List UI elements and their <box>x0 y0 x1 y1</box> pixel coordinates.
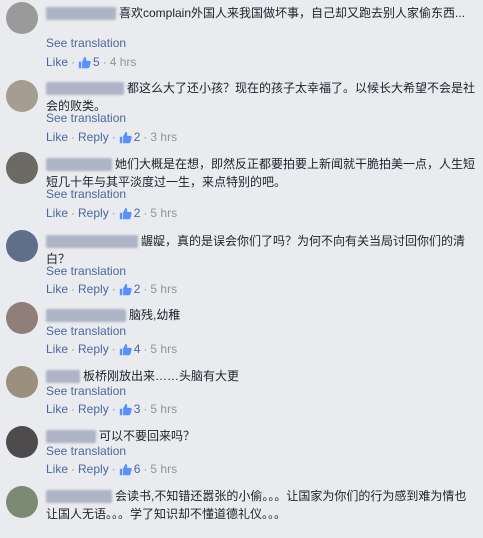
reply-link[interactable]: Reply <box>78 402 109 416</box>
comment-text: 板桥刚放出来……头脑有大更 <box>83 369 240 383</box>
commenter-name-redacted[interactable] <box>46 490 112 504</box>
thumbs-up-icon <box>119 283 132 295</box>
separator-dot: · <box>111 462 116 476</box>
comment-actions: Like · Reply · 4 · 5 hrs <box>46 342 177 356</box>
like-link[interactable]: Like <box>46 402 68 416</box>
thumbs-up-icon <box>78 56 91 68</box>
like-count[interactable]: 5 <box>93 55 100 69</box>
like-link[interactable]: Like <box>46 206 68 220</box>
see-translation-link[interactable]: See translation <box>46 324 126 338</box>
commenter-name-redacted[interactable] <box>46 7 116 21</box>
see-translation-link[interactable]: See translation <box>46 111 126 125</box>
comment-text: 脑残,幼稚 <box>129 308 181 322</box>
reply-link[interactable]: Reply <box>78 462 109 476</box>
thumbs-up-icon <box>119 403 132 415</box>
thumbs-up-icon <box>119 463 132 475</box>
separator-dot: · <box>143 282 148 296</box>
timestamp[interactable]: 4 hrs <box>110 55 137 69</box>
commenter-name-redacted[interactable] <box>46 370 80 384</box>
comment-item: 会读书,不知错还嚣张的小偷。。。让国家为你们的行为感到难为情也让国人无语。。。学… <box>0 482 483 538</box>
like-link[interactable]: Like <box>46 462 68 476</box>
reply-link[interactable]: Reply <box>78 130 109 144</box>
comment-item: 她们大概是在想，即然反正都要拍要上新闻就干脆拍美一点，人生短短几十年与其平淡度过… <box>0 150 483 226</box>
like-link[interactable]: Like <box>46 130 68 144</box>
separator-dot: · <box>143 130 148 144</box>
reply-link[interactable]: Reply <box>78 342 109 356</box>
see-translation-link[interactable]: See translation <box>46 264 126 278</box>
like-count[interactable]: 3 <box>134 402 141 416</box>
commenter-name-redacted[interactable] <box>46 309 126 323</box>
comment-actions: Like · Reply · 6 · 5 hrs <box>46 462 177 476</box>
avatar[interactable] <box>6 2 38 34</box>
comment-item: 龌龊，真的是误会你们了吗？为何不向有关当局讨回你们的清白？ See transl… <box>0 226 483 302</box>
separator-dot: · <box>111 402 116 416</box>
like-link[interactable]: Like <box>46 55 68 69</box>
comment-text: 喜欢complain外国人来我国做坏事，自己却又跑去别人家偷东西... <box>119 6 466 20</box>
comment-text: 可以不要回来吗？ <box>99 429 196 443</box>
comment-actions: Like · Reply · 2 · 5 hrs <box>46 206 177 220</box>
comment-actions: Like · 5 · 4 hrs <box>46 55 136 69</box>
like-link[interactable]: Like <box>46 282 68 296</box>
comment-actions: Like · Reply · 2 · 5 hrs <box>46 282 177 296</box>
separator-dot: · <box>71 206 76 220</box>
separator-dot: · <box>71 342 76 356</box>
like-count[interactable]: 2 <box>134 130 141 144</box>
timestamp[interactable]: 5 hrs <box>150 462 177 476</box>
avatar[interactable] <box>6 302 38 334</box>
like-count[interactable]: 2 <box>134 282 141 296</box>
separator-dot: · <box>71 402 76 416</box>
see-translation-link[interactable]: See translation <box>46 36 126 50</box>
commenter-name-redacted[interactable] <box>46 430 96 444</box>
separator-dot: · <box>111 130 116 144</box>
separator-dot: · <box>143 462 148 476</box>
separator-dot: · <box>71 130 76 144</box>
like-count[interactable]: 6 <box>134 462 141 476</box>
timestamp[interactable]: 5 hrs <box>150 282 177 296</box>
separator-dot: · <box>111 282 116 296</box>
thumbs-up-icon <box>119 131 132 143</box>
separator-dot: · <box>111 342 116 356</box>
comment-item: 可以不要回来吗？ See translation Like · Reply · … <box>0 422 483 482</box>
avatar[interactable] <box>6 80 38 112</box>
reply-link[interactable]: Reply <box>78 282 109 296</box>
comment-item: 脑残,幼稚 See translation Like · Reply · 4 ·… <box>0 302 483 362</box>
commenter-name-redacted[interactable] <box>46 82 124 96</box>
comment-item: 喜欢complain外国人来我国做坏事，自己却又跑去别人家偷东西... See … <box>0 0 483 75</box>
timestamp[interactable]: 3 hrs <box>150 130 177 144</box>
avatar[interactable] <box>6 426 38 458</box>
like-count[interactable]: 2 <box>134 206 141 220</box>
thumbs-up-icon <box>119 207 132 219</box>
commenter-name-redacted[interactable] <box>46 235 138 249</box>
like-link[interactable]: Like <box>46 342 68 356</box>
timestamp[interactable]: 5 hrs <box>150 342 177 356</box>
see-translation-link[interactable]: See translation <box>46 187 126 201</box>
like-count[interactable]: 4 <box>134 342 141 356</box>
comment-item: 都这么大了还小孩？现在的孩子太幸福了。以候长大希望不会是社会的败类。 See t… <box>0 75 483 150</box>
separator-dot: · <box>71 462 76 476</box>
separator-dot: · <box>143 402 148 416</box>
separator-dot: · <box>111 206 116 220</box>
timestamp[interactable]: 5 hrs <box>150 206 177 220</box>
commenter-name-redacted[interactable] <box>46 158 112 172</box>
see-translation-link[interactable]: See translation <box>46 384 126 398</box>
separator-dot: · <box>143 206 148 220</box>
avatar[interactable] <box>6 366 38 398</box>
timestamp[interactable]: 5 hrs <box>150 402 177 416</box>
avatar[interactable] <box>6 230 38 262</box>
comment-actions: Like · Reply · 2 · 3 hrs <box>46 130 177 144</box>
comment-actions: Like · Reply · 3 · 5 hrs <box>46 402 177 416</box>
separator-dot: · <box>143 342 148 356</box>
reply-link[interactable]: Reply <box>78 206 109 220</box>
separator-dot: · <box>71 55 76 69</box>
avatar[interactable] <box>6 152 38 184</box>
comment-item: 板桥刚放出来……头脑有大更 See translation Like · Rep… <box>0 362 483 422</box>
separator-dot: · <box>71 282 76 296</box>
separator-dot: · <box>102 55 107 69</box>
avatar[interactable] <box>6 486 38 518</box>
thumbs-up-icon <box>119 343 132 355</box>
see-translation-link[interactable]: See translation <box>46 444 126 458</box>
